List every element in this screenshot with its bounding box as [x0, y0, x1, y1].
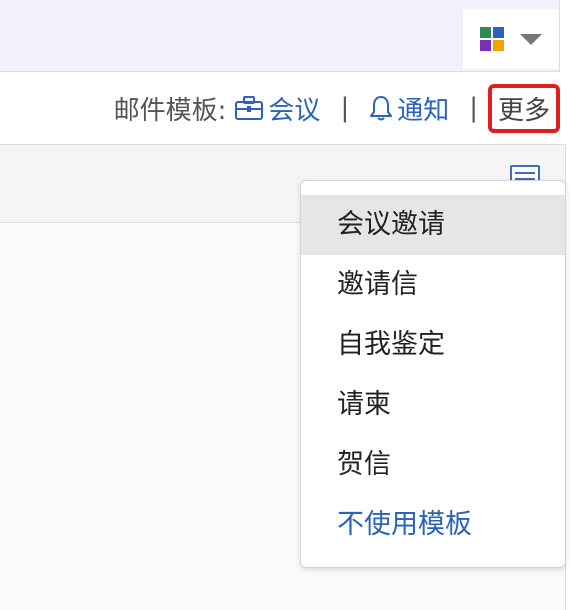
- menu-item-meeting-invitation[interactable]: 会议邀请: [301, 195, 565, 255]
- template-notice-link[interactable]: 通知: [369, 90, 449, 127]
- mail-compose-window: 邮件模板: 会议 | 通知 | 更多 会议邀请 邀请信 自我鉴定 请柬 贺信 不…: [0, 0, 572, 610]
- template-notice-label: 通知: [397, 95, 450, 126]
- template-label: 邮件模板:: [113, 95, 227, 126]
- template-separator: |: [340, 93, 350, 123]
- template-meeting-label: 会议: [268, 95, 321, 126]
- menu-item-no-template[interactable]: 不使用模板: [301, 495, 565, 555]
- menu-item-congratulation-letter[interactable]: 贺信: [301, 435, 565, 495]
- apps-switcher[interactable]: [463, 9, 559, 69]
- top-bar: [0, 0, 560, 72]
- template-more-button[interactable]: 更多: [487, 83, 560, 133]
- template-separator: |: [469, 93, 478, 123]
- template-links: 邮件模板: 会议 | 通知 | 更多: [113, 83, 560, 133]
- caret-down-icon[interactable]: [520, 33, 542, 45]
- menu-item-invitation-card[interactable]: 请柬: [301, 375, 565, 435]
- menu-item-self-assessment[interactable]: 自我鉴定: [301, 315, 565, 375]
- bell-icon: [370, 96, 393, 121]
- menu-item-invitation-letter[interactable]: 邀请信: [301, 255, 565, 315]
- mail-template-bar: 邮件模板: 会议 | 通知 | 更多: [0, 72, 572, 144]
- template-more-menu: 会议邀请 邀请信 自我鉴定 请柬 贺信 不使用模板: [300, 180, 566, 568]
- apps-grid-icon: [480, 27, 504, 51]
- template-meeting-link[interactable]: 会议: [234, 90, 320, 127]
- briefcase-icon: [235, 96, 264, 120]
